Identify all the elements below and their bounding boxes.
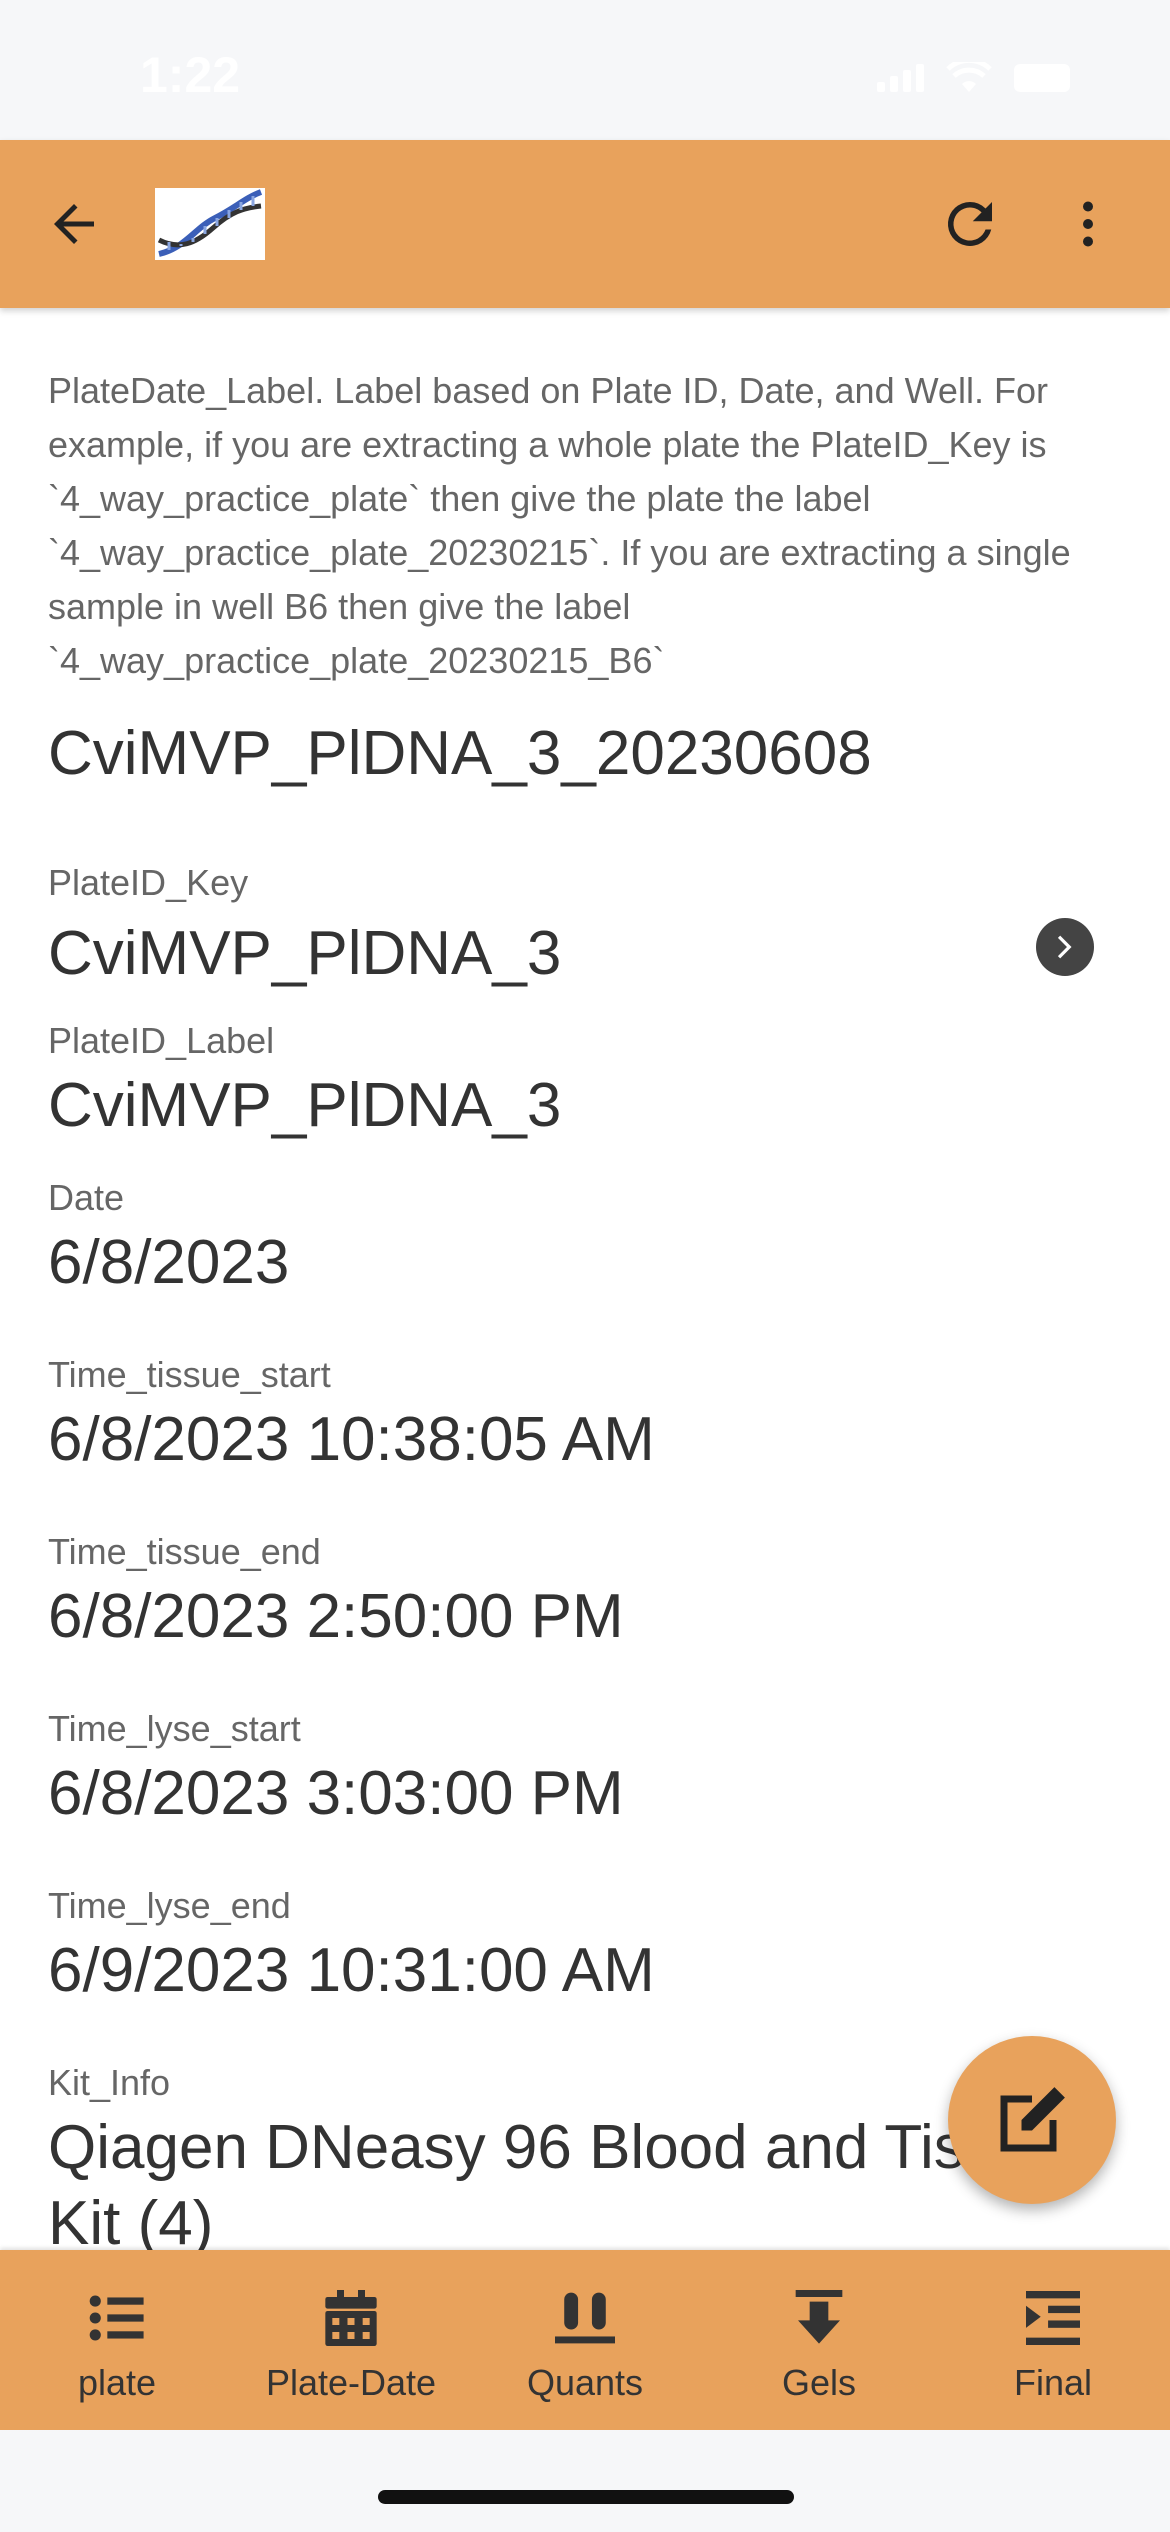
nav-item-quants[interactable]: Quants	[468, 2250, 702, 2430]
refresh-button[interactable]	[930, 184, 1010, 264]
plateid-label-value: CviMVP_PlDNA_3	[48, 1071, 562, 1140]
nav-label: Plate-Date	[265, 2362, 437, 2403]
time-tissue-start-value: 6/8/2023 10:38:05 AM	[48, 1405, 655, 1474]
edit-icon	[1000, 2087, 1065, 2152]
field-plateid-label: PlateID_Label CviMVP_PlDNA_3	[48, 994, 1122, 1171]
field-label: PlateID_Label	[48, 1020, 275, 1061]
app-bar	[0, 140, 1170, 308]
list-icon	[87, 2288, 147, 2348]
nav-item-final[interactable]: Final	[936, 2250, 1170, 2430]
field-label: Time_lyse_end	[48, 1885, 291, 1926]
nav-label: Quants	[526, 2362, 644, 2403]
nav-item-plate-date[interactable]: Plate-Date	[234, 2250, 468, 2430]
more-vertical-icon	[1083, 201, 1093, 247]
back-button[interactable]	[34, 184, 114, 264]
nav-item-plate[interactable]: plate	[0, 2250, 234, 2430]
field-label: Time_tissue_end	[48, 1531, 321, 1572]
field-time-lyse-start: Time_lyse_start 6/8/2023 3:03:00 PM	[48, 1702, 1122, 1879]
status-time: 1:22	[140, 47, 241, 103]
arrow-left-icon	[54, 204, 94, 244]
status-bar: 1:22	[0, 0, 1170, 140]
nav-label: plate	[77, 2362, 157, 2403]
field-label: Time_lyse_start	[48, 1708, 301, 1749]
field-date: Date 6/8/2023	[48, 1171, 1122, 1348]
date-value: 6/8/2023	[48, 1228, 290, 1297]
indent-icon	[1023, 2288, 1083, 2348]
calendar-icon	[321, 2288, 381, 2348]
field-platedate-label: PlateDate_Label. Label based on Plate ID…	[48, 308, 1122, 734]
field-time-tissue-end: Time_tissue_end 6/8/2023 2:50:00 PM	[48, 1525, 1122, 1702]
wifi-icon	[946, 62, 992, 92]
field-label: Time_tissue_start	[48, 1354, 331, 1395]
detail-content: PlateDate_Label. Label based on Plate ID…	[0, 308, 1170, 2250]
signal-icon	[877, 64, 924, 92]
refresh-icon	[947, 201, 992, 246]
time-lyse-start-value: 6/8/2023 3:03:00 PM	[48, 1759, 624, 1828]
battery-icon	[1014, 64, 1070, 92]
field-label: Date	[48, 1177, 125, 1218]
field-plateid-key[interactable]: PlateID_Key CviMVP_PlDNA_3	[48, 808, 1122, 994]
home-area	[0, 2430, 1170, 2532]
nav-label: Gels	[781, 2362, 857, 2403]
nav-label: Final	[1013, 2362, 1093, 2403]
nav-item-gels[interactable]: Gels	[702, 2250, 936, 2430]
bottom-nav: plate Plate-Date Quants Gels Final	[0, 2250, 1170, 2430]
field-description: PlateDate_Label. Label based on Plate ID…	[48, 370, 1071, 681]
dna-logo	[155, 188, 265, 260]
home-indicator[interactable]	[378, 2490, 794, 2504]
download-arrow-icon	[789, 2288, 849, 2348]
test-tubes-icon	[555, 2288, 615, 2348]
status-icons	[877, 62, 1070, 94]
field-time-lyse-end: Time_lyse_end 6/9/2023 10:31:00 AM	[48, 1879, 1122, 2056]
edit-fab-button[interactable]	[948, 2036, 1116, 2204]
field-label: PlateID_Key	[48, 862, 249, 903]
time-lyse-end-value: 6/9/2023 10:31:00 AM	[48, 1936, 655, 2005]
more-menu-button[interactable]	[1048, 184, 1128, 264]
plateid-key-value: CviMVP_PlDNA_3	[48, 919, 562, 988]
field-time-tissue-start: Time_tissue_start 6/8/2023 10:38:05 AM	[48, 1348, 1122, 1525]
time-tissue-end-value: 6/8/2023 2:50:00 PM	[48, 1582, 624, 1651]
chevron-right-icon[interactable]	[1036, 918, 1094, 976]
